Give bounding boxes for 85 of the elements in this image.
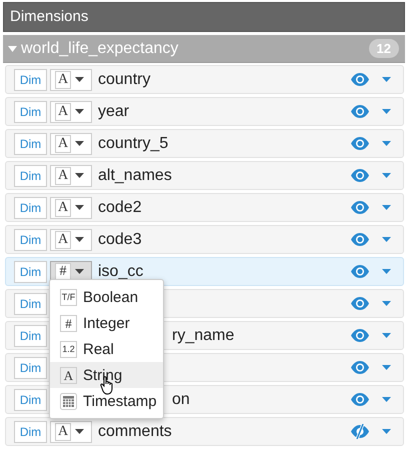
caret-icon	[75, 205, 84, 210]
caret-icon[interactable]	[382, 205, 391, 210]
caret-icon[interactable]	[382, 109, 391, 114]
dimension-row[interactable]: Dim A comments	[5, 417, 404, 446]
type-glyph: A	[55, 134, 71, 152]
caret-icon[interactable]	[382, 301, 391, 306]
caret-icon[interactable]	[382, 173, 391, 178]
eye-icon[interactable]	[351, 137, 369, 150]
type-dropdown[interactable]: A	[50, 228, 92, 250]
dim-button[interactable]: Dim	[14, 260, 47, 282]
dimension-row[interactable]: Dim A country_5	[5, 129, 404, 158]
type-glyph: #	[60, 314, 77, 332]
eye-icon[interactable]	[351, 169, 369, 182]
field-name: code3	[98, 230, 142, 248]
dim-button[interactable]: Dim	[14, 68, 47, 90]
eye-icon[interactable]	[351, 361, 369, 374]
caret-icon	[75, 429, 84, 434]
dim-button[interactable]: Dim	[14, 292, 47, 314]
type-dropdown[interactable]: A	[50, 68, 92, 90]
panel-title: Dimensions	[3, 2, 405, 32]
field-name: comments	[98, 422, 172, 440]
eye-icon[interactable]	[351, 201, 369, 214]
eye-icon[interactable]	[351, 329, 369, 342]
caret-icon	[75, 141, 84, 146]
eye-slash-icon[interactable]	[351, 424, 369, 439]
type-glyph: A	[55, 230, 71, 248]
type-glyph: #	[55, 262, 71, 280]
type-glyph: A	[55, 102, 71, 120]
field-name: alt_names	[98, 166, 172, 184]
type-dropdown[interactable]: A	[50, 164, 92, 186]
type-dropdown[interactable]: A	[50, 420, 92, 442]
field-name: country_5	[98, 134, 168, 152]
field-name: iso_cc	[98, 262, 144, 280]
eye-icon[interactable]	[351, 297, 369, 310]
caret-icon[interactable]	[382, 397, 391, 402]
caret-icon[interactable]	[382, 141, 391, 146]
dimension-row[interactable]: Dim # iso_cc	[5, 257, 404, 286]
type-glyph: 1.2	[60, 340, 77, 358]
field-name: ry_name	[172, 326, 234, 344]
caret-icon	[75, 173, 84, 178]
dim-button[interactable]: Dim	[14, 228, 47, 250]
type-glyph: T/F	[60, 288, 77, 306]
field-name: code2	[98, 198, 142, 216]
caret-icon[interactable]	[382, 365, 391, 370]
caret-icon	[75, 269, 84, 274]
type-dropdown[interactable]: A	[50, 196, 92, 218]
dim-button[interactable]: Dim	[14, 132, 47, 154]
dim-button[interactable]: Dim	[14, 420, 47, 442]
caret-icon[interactable]	[382, 333, 391, 338]
caret-icon[interactable]	[382, 269, 391, 274]
dim-button[interactable]: Dim	[14, 388, 47, 410]
dim-button[interactable]: Dim	[14, 324, 47, 346]
dim-button[interactable]: Dim	[14, 164, 47, 186]
type-glyph: A	[55, 70, 71, 88]
caret-icon[interactable]	[382, 429, 391, 434]
type-glyph: A	[55, 198, 71, 216]
field-name: country	[98, 70, 150, 88]
field-name: year	[98, 102, 130, 120]
caret-icon[interactable]	[382, 237, 391, 242]
eye-icon[interactable]	[351, 73, 369, 86]
type-glyph: A	[60, 366, 77, 384]
dim-button[interactable]: Dim	[14, 356, 47, 378]
eye-icon[interactable]	[351, 393, 369, 406]
dimension-row[interactable]: Dim A year	[5, 97, 404, 126]
type-dropdown[interactable]: A	[50, 100, 92, 122]
field-name: on	[172, 390, 190, 408]
type-dropdown[interactable]: A	[50, 132, 92, 154]
caret-icon	[75, 237, 84, 242]
caret-icon[interactable]	[382, 77, 391, 82]
eye-icon[interactable]	[351, 105, 369, 118]
type-glyph: A	[55, 166, 71, 184]
caret-icon	[75, 109, 84, 114]
type-glyph: A	[55, 422, 71, 440]
dimension-row[interactable]: Dim A code3	[5, 225, 404, 254]
eye-icon[interactable]	[351, 233, 369, 246]
dimension-row[interactable]: Dim A code2	[5, 193, 404, 222]
dimension-row[interactable]: Dim A country	[5, 65, 404, 94]
caret-icon	[75, 77, 84, 82]
dimension-row[interactable]: Dim A alt_names	[5, 161, 404, 190]
eye-icon[interactable]	[351, 265, 369, 278]
dim-button[interactable]: Dim	[14, 100, 47, 122]
dim-button[interactable]: Dim	[14, 196, 47, 218]
calendar-icon	[60, 392, 77, 410]
menu-item[interactable]: Timestamp	[50, 388, 163, 414]
group-name: world_life_expectancy	[21, 40, 180, 58]
